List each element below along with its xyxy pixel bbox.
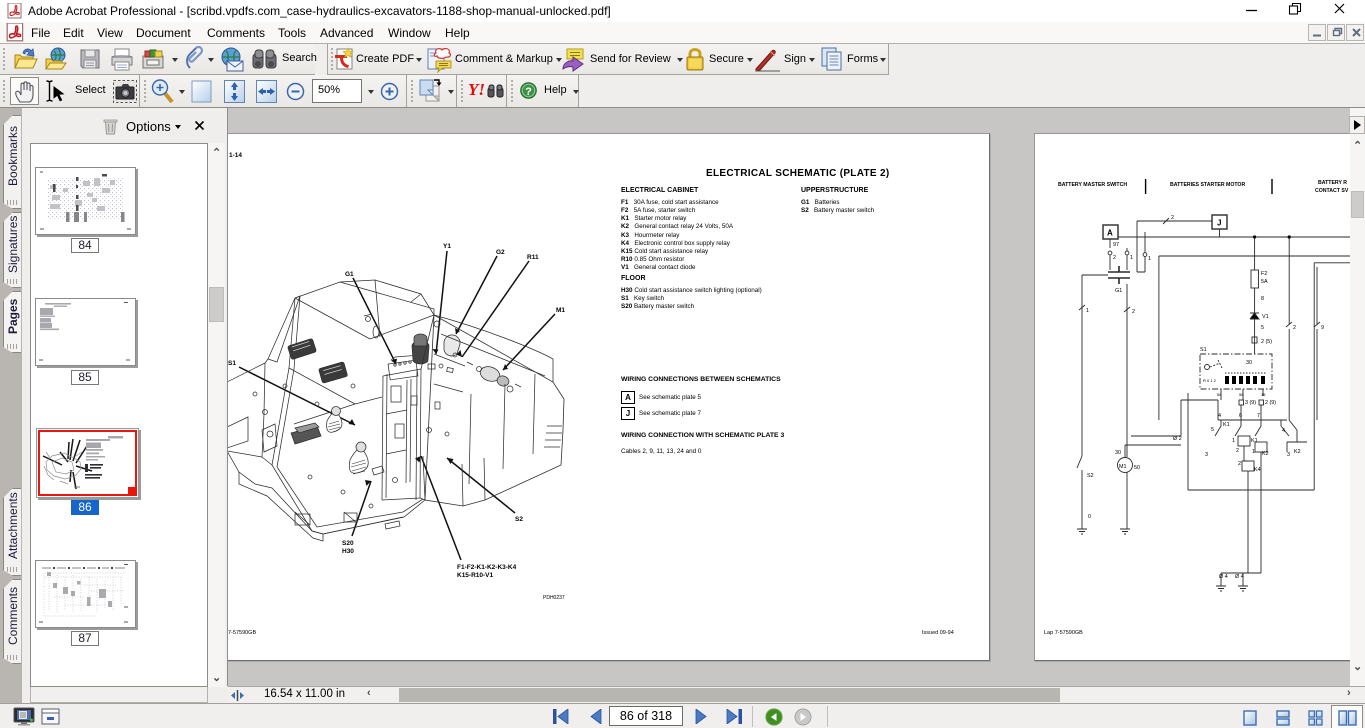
svg-text:30: 30 [1246,360,1252,366]
svg-text:4: 4 [1218,413,1221,419]
svg-text:1: 1 [1232,438,1235,444]
svg-text:1: 1 [1130,255,1133,261]
svg-text:5A: 5A [1261,279,1268,285]
svg-text:2: 2 [1293,325,1296,331]
svg-text:K2: K2 [1294,449,1301,455]
svg-text:6: 6 [1239,413,1242,419]
svg-text:2: 2 [1113,255,1116,261]
svg-text:CONTACT SV: CONTACT SV [1315,188,1349,194]
svg-text:2: 2 [1171,215,1174,221]
svg-text:F2: F2 [1261,271,1267,277]
svg-text:2: 2 [1238,461,1241,467]
svg-text:M1: M1 [556,307,565,314]
svg-text:G1: G1 [345,271,354,278]
svg-text:50: 50 [1134,465,1140,471]
svg-text:2: 2 [1132,309,1135,315]
svg-text:K2: K2 [1262,451,1269,457]
svg-text:58: 58 [1239,392,1244,397]
svg-text:S2: S2 [1087,473,1094,479]
svg-text:H30: H30 [342,548,354,555]
svg-text:1: 1 [1148,256,1151,262]
svg-text:1: 1 [1252,449,1255,455]
svg-text:3 (9): 3 (9) [1245,400,1256,406]
svg-text:S1: S1 [1200,347,1207,353]
svg-text:3: 3 [1287,452,1290,458]
svg-text:M1: M1 [1119,464,1127,470]
svg-text:S2: S2 [515,516,523,523]
svg-text:2: 2 [1236,448,1239,454]
svg-text:G2: G2 [496,249,505,256]
svg-text:K4: K4 [1254,467,1261,473]
svg-text:2 (5): 2 (5) [1261,339,1272,345]
svg-text:1: 1 [1086,308,1089,314]
svg-text:97: 97 [1113,242,1119,248]
svg-text:J: J [1217,219,1221,228]
svg-text:S1: S1 [228,360,236,367]
svg-text:K1: K1 [1223,422,1230,428]
svg-text:BATTERIES STARTER MOTOR: BATTERIES STARTER MOTOR [1170,182,1245,188]
svg-text:7: 7 [1257,413,1260,419]
svg-text:58: 58 [1217,392,1222,397]
svg-text:F1-F2-K1-K2-K3-K4: F1-F2-K1-K2-K3-K4 [457,564,517,571]
svg-text:R11: R11 [527,254,539,261]
svg-text:Ø 4: Ø 4 [1235,574,1244,580]
svg-text:K1: K1 [1251,438,1258,444]
svg-text:9: 9 [1321,325,1324,331]
svg-text:V1: V1 [1262,314,1269,320]
svg-text:15: 15 [1261,392,1266,397]
svg-text:A: A [1107,229,1113,238]
svg-text:30: 30 [1115,450,1121,456]
svg-text:S20: S20 [342,540,354,547]
svg-text:BATTERY MASTER SWITCH: BATTERY MASTER SWITCH [1058,182,1127,188]
svg-text:?: ? [525,86,532,98]
svg-text:G1: G1 [1115,288,1122,294]
svg-text:3: 3 [1205,452,1208,458]
svg-text:2 (9): 2 (9) [1265,400,1276,406]
svg-text:0: 0 [1088,514,1091,520]
svg-text:4: 4 [1282,428,1285,434]
svg-text:Ø 4: Ø 4 [1219,574,1228,580]
svg-text:BATTERY R: BATTERY R [1318,180,1347,186]
svg-text:8: 8 [1261,296,1264,302]
svg-text:K15-R10-V1: K15-R10-V1 [457,572,494,579]
svg-text:5: 5 [1211,427,1214,433]
svg-text:5: 5 [1261,325,1264,331]
svg-text:R 0 1 2: R 0 1 2 [1203,378,1217,383]
svg-text:Ø 2: Ø 2 [1173,436,1182,442]
svg-text:Y1: Y1 [443,243,451,250]
